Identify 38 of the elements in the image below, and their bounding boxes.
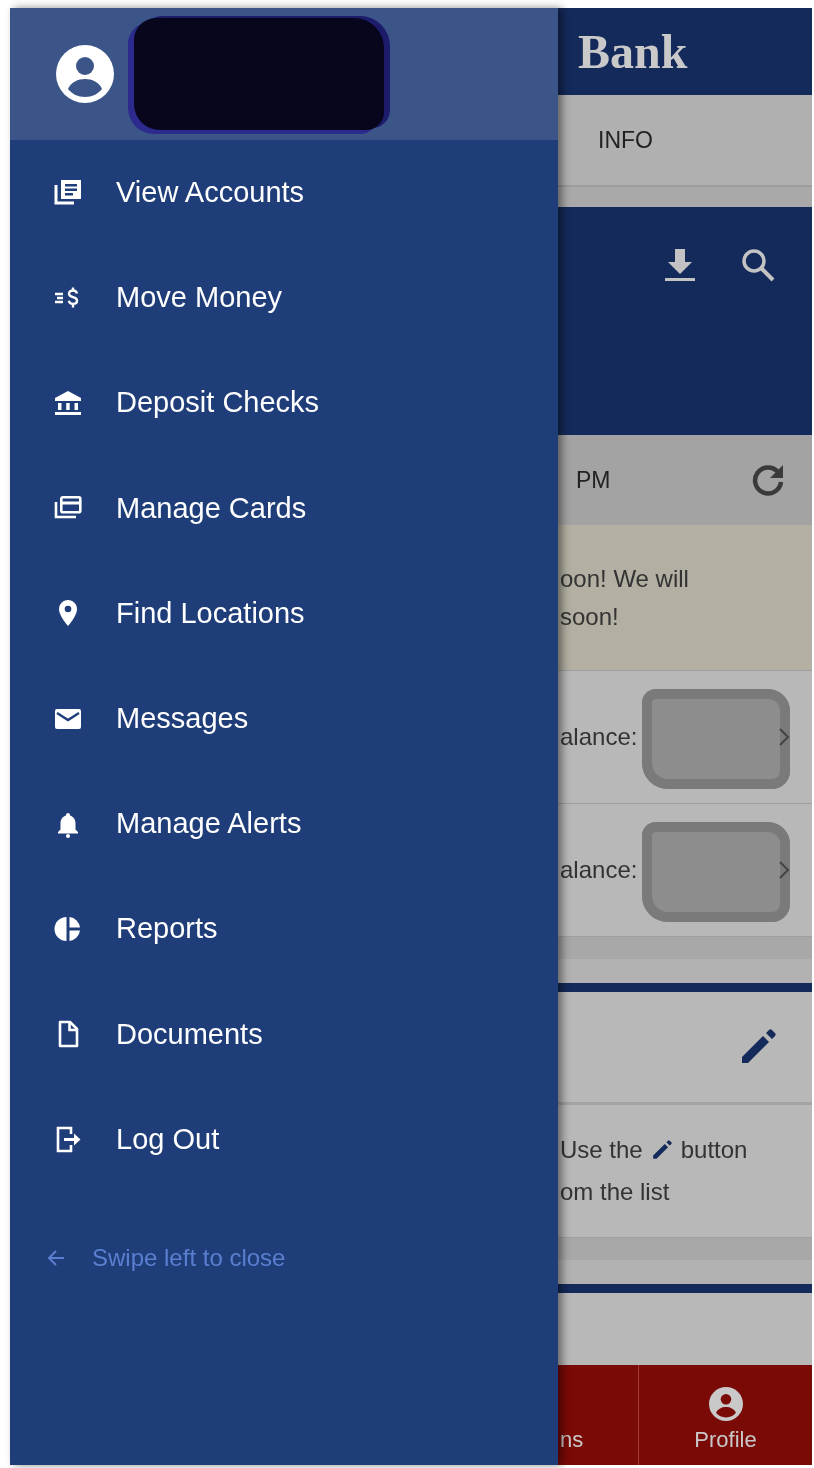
- pie-chart-icon: [54, 914, 82, 943]
- balance-label: alance:: [560, 856, 638, 884]
- menu-item[interactable]: Manage Alerts: [10, 771, 558, 877]
- bank-icon: [54, 388, 82, 417]
- search-icon[interactable]: [740, 247, 776, 283]
- menu-item[interactable]: Move Money: [10, 245, 558, 351]
- account-circle-icon: [56, 45, 114, 103]
- download-icon[interactable]: [662, 247, 698, 283]
- chevron-right-icon: [778, 860, 790, 880]
- notice-text: soon!: [560, 602, 620, 631]
- left-arrow-icon: [46, 1247, 66, 1268]
- menu-item[interactable]: Reports: [10, 876, 558, 982]
- hint-text: Use the: [560, 1136, 643, 1164]
- menu-item[interactable]: Log Out: [10, 1086, 558, 1192]
- swipe-hint: Swipe left to close: [92, 1243, 286, 1272]
- hint-text: om the list: [560, 1178, 671, 1206]
- account-circle-icon: [708, 1387, 743, 1421]
- logout-icon: [54, 1125, 82, 1154]
- menu-item[interactable]: View Accounts: [10, 140, 558, 246]
- app-title: Bank: [578, 24, 688, 79]
- updated-time: PM: [576, 466, 611, 494]
- account-row[interactable]: alance:: [558, 670, 812, 803]
- chevron-right-icon: [778, 727, 790, 747]
- nav-tab[interactable]: ns: [558, 1365, 639, 1465]
- account-row[interactable]: alance:: [558, 803, 812, 936]
- menu-item[interactable]: Documents: [10, 981, 558, 1087]
- document-stack-icon: [54, 178, 82, 207]
- hint-text: button: [680, 1136, 748, 1164]
- menu-item[interactable]: Messages: [10, 665, 558, 772]
- balance-label: alance:: [560, 723, 638, 751]
- notice-text: oon! We will: [560, 564, 690, 593]
- pencil-icon: [650, 1139, 673, 1161]
- menu-item[interactable]: Manage Cards: [10, 455, 558, 561]
- menu-item[interactable]: Deposit Checks: [10, 350, 558, 456]
- nav-tab[interactable]: Profile: [639, 1365, 812, 1465]
- refresh-icon[interactable]: [750, 462, 786, 498]
- menu-item[interactable]: Find Locations: [10, 560, 558, 666]
- info-tab[interactable]: INFO: [598, 126, 653, 154]
